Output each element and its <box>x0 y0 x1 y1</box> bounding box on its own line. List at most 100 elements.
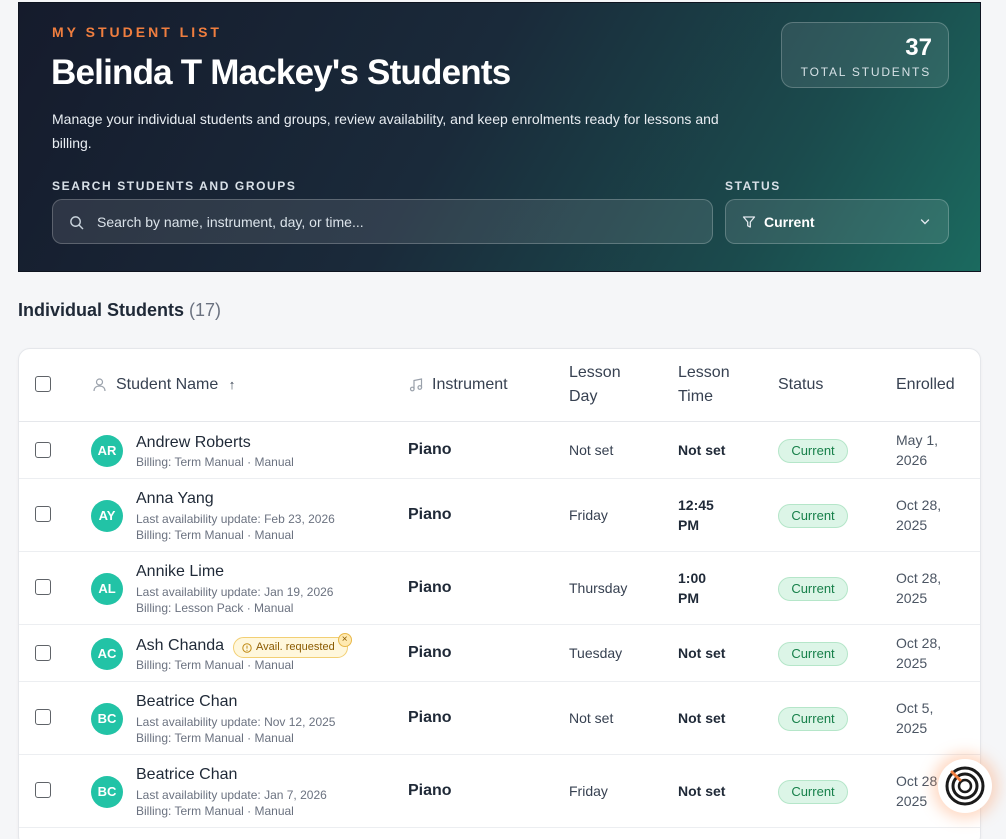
section-title-text: Individual Students <box>18 300 185 320</box>
search-label: SEARCH STUDENTS AND GROUPS <box>52 179 297 193</box>
column-header-lesson-time: Lesson Time <box>678 364 730 405</box>
sort-ascending-icon: ↑ <box>228 377 236 392</box>
table-header: Student Name ↑ Instrument Lesson Day Les… <box>19 349 980 422</box>
billing-info: Billing: Term Manual · Manual <box>136 731 294 745</box>
avatar: AL <box>91 573 123 605</box>
students-table: Student Name ↑ Instrument Lesson Day Les… <box>18 348 981 839</box>
column-header-student-name[interactable]: Student Name ↑ <box>116 373 235 397</box>
row-checkbox[interactable] <box>35 709 51 725</box>
user-icon <box>93 378 106 392</box>
enrolled-date-cell: Oct 5, 2025 <box>896 700 934 736</box>
table-row[interactable]: BC Beatrice Chan Last availability updat… <box>19 682 980 755</box>
availability-requested-badge: Avail. requested × <box>233 633 352 658</box>
row-checkbox[interactable] <box>35 442 51 458</box>
student-name-link[interactable]: Beatrice Chan <box>136 693 237 711</box>
total-students-count: 37 <box>905 34 932 61</box>
billing-info: Billing: Term Manual · Manual <box>136 658 294 672</box>
status-filter-value: Current <box>764 214 815 230</box>
total-students-card: 37 TOTAL STUDENTS <box>781 22 949 88</box>
instrument-cell: Piano <box>408 644 452 661</box>
table-row[interactable]: AR Andrew Roberts Billing: Term Manual ·… <box>19 422 980 479</box>
student-name-link[interactable]: Beatrice Chan <box>136 766 237 784</box>
student-name-link[interactable]: Anna Yang <box>136 490 214 508</box>
chevron-down-icon <box>920 219 930 225</box>
enrolled-date-cell: Oct 28, 2025 <box>896 635 942 671</box>
lesson-day-cell: Friday <box>569 783 608 799</box>
column-header-status: Status <box>778 376 824 393</box>
enrolled-date-cell: Oct 28, 2025 <box>896 497 942 533</box>
billing-info: Billing: Term Manual · Manual <box>136 804 294 818</box>
lesson-day-cell: Not set <box>569 442 614 458</box>
filter-icon <box>742 216 756 228</box>
select-all-checkbox[interactable] <box>35 376 51 392</box>
instrument-cell: Piano <box>408 441 452 458</box>
availability-update-info: Last availability update: Jan 7, 2026 <box>136 788 327 802</box>
availability-requested-label: Avail. requested <box>256 641 335 653</box>
column-header-student-name-label: Student Name <box>116 376 219 393</box>
instrument-cell: Piano <box>408 506 452 523</box>
total-students-label: TOTAL STUDENTS <box>800 65 931 79</box>
instrument-cell: Piano <box>408 709 452 726</box>
column-header-lesson-day: Lesson Day <box>569 364 621 405</box>
billing-info: Billing: Lesson Pack · Manual <box>136 601 294 615</box>
student-name-link[interactable]: Annike Lime <box>136 563 224 581</box>
dismiss-badge-button[interactable]: × <box>337 633 352 647</box>
row-checkbox[interactable] <box>35 579 51 595</box>
status-filter-select[interactable]: Current <box>725 199 949 244</box>
row-checkbox[interactable] <box>35 645 51 661</box>
status-badge: Current <box>778 707 848 731</box>
availability-update-info: Last availability update: Nov 12, 2025 <box>136 715 336 729</box>
lesson-time-cell: 1:00 PM <box>678 570 707 606</box>
status-badge: Current <box>778 780 848 804</box>
table-row[interactable]: AY Anna Yang Last availability update: F… <box>19 479 980 552</box>
table-row[interactable]: AC Ash Chanda Avail. requested × Billing… <box>19 625 980 682</box>
lesson-time-cell: 12:45 PM <box>678 497 714 533</box>
page-title: Belinda T Mackey's Students <box>51 53 511 92</box>
avatar: BC <box>91 703 123 735</box>
table-row[interactable]: BC Beatrice Chan Last availability updat… <box>19 755 980 828</box>
assistant-logo-icon <box>945 766 985 806</box>
search-icon <box>70 216 84 230</box>
student-name-link[interactable]: Ash Chanda <box>136 637 224 655</box>
avatar: AR <box>91 435 123 467</box>
column-header-enrolled: Enrolled <box>896 376 955 393</box>
section-title: Individual Students (17) <box>18 300 221 321</box>
status-badge: Current <box>778 577 848 601</box>
instrument-cell: Piano <box>408 782 452 799</box>
lesson-time-cell: Not set <box>678 442 726 458</box>
assistant-button[interactable] <box>938 759 992 813</box>
lesson-day-cell: Tuesday <box>569 645 623 661</box>
page-description: Manage your individual students and grou… <box>52 111 719 151</box>
instrument-cell: Piano <box>408 579 452 596</box>
search-input[interactable] <box>97 200 697 243</box>
student-name-link[interactable]: Andrew Roberts <box>136 434 251 452</box>
lesson-time-cell: Not set <box>678 783 726 799</box>
header-eyebrow: MY STUDENT LIST <box>52 24 222 40</box>
availability-update-info: Last availability update: Jan 19, 2026 <box>136 585 334 599</box>
search-box <box>52 199 713 244</box>
row-checkbox[interactable] <box>35 782 51 798</box>
lesson-time-cell: Not set <box>678 645 726 661</box>
status-badge: Current <box>778 439 848 463</box>
avatar: AC <box>91 638 123 670</box>
lesson-day-cell: Not set <box>569 710 614 726</box>
avatar: BC <box>91 776 123 808</box>
status-label: STATUS <box>725 179 781 193</box>
enrolled-date-cell: Oct 28, 2025 <box>896 570 942 606</box>
billing-info: Billing: Term Manual · Manual <box>136 455 294 469</box>
enrolled-date-cell: May 1, 2026 <box>896 432 939 468</box>
section-count: (17) <box>189 300 222 320</box>
lesson-day-cell: Thursday <box>569 580 628 596</box>
page-header: MY STUDENT LIST Belinda T Mackey's Stude… <box>18 2 981 272</box>
music-note-icon <box>409 378 423 392</box>
column-header-instrument: Instrument <box>432 376 508 393</box>
lesson-day-cell: Friday <box>569 507 608 523</box>
availability-update-info: Last availability update: Feb 23, 2026 <box>136 512 335 526</box>
row-checkbox[interactable] <box>35 506 51 522</box>
status-badge: Current <box>778 642 848 666</box>
lesson-time-cell: Not set <box>678 710 726 726</box>
billing-info: Billing: Term Manual · Manual <box>136 528 294 542</box>
avatar: AY <box>91 500 123 532</box>
table-row[interactable]: AL Annike Lime Last availability update:… <box>19 552 980 625</box>
status-badge: Current <box>778 504 848 528</box>
